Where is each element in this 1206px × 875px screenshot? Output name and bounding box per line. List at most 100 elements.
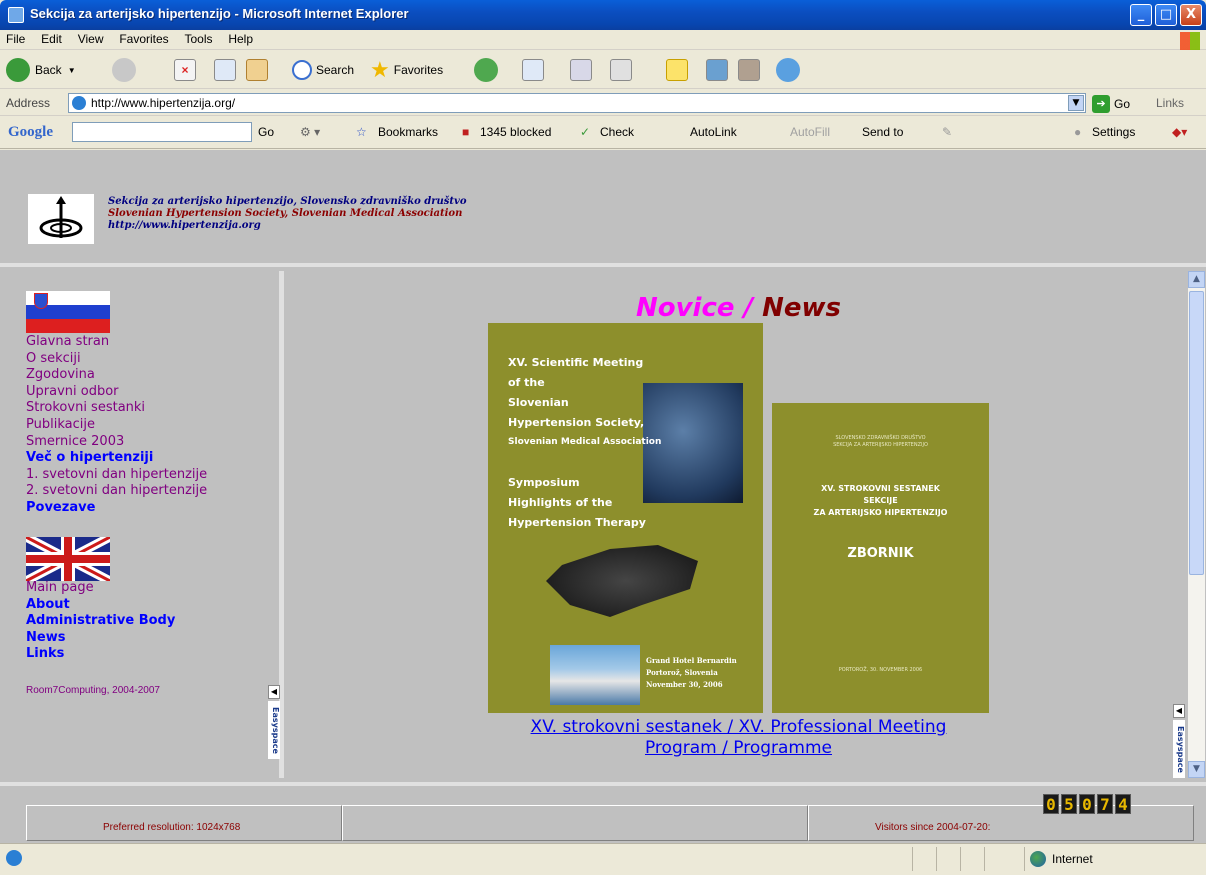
chevron-down-icon: ▼: [67, 65, 76, 75]
scroll-thumb[interactable]: [1189, 291, 1204, 575]
star-icon: ★: [370, 57, 390, 82]
forward-arrow-icon: [112, 58, 136, 82]
nav-si-1-svetovni-dan[interactable]: 1. svetovni dan hipertenzije: [26, 467, 207, 484]
nav-si-2-svetovni-dan[interactable]: 2. svetovni dan hipertenzije: [26, 483, 207, 500]
nav-si-upravni-odbor[interactable]: Upravni odbor: [26, 384, 207, 401]
menu-bar: File Edit View Favorites Tools Help: [0, 30, 1206, 50]
nav-si-o-sekciji[interactable]: O sekciji: [26, 351, 207, 368]
links-button[interactable]: Links: [1156, 96, 1184, 110]
address-dropdown-button[interactable]: ▼: [1068, 95, 1084, 111]
header-url: http://www.hipertenzija.org: [108, 220, 261, 231]
autolink-button[interactable]: AutoLink: [690, 125, 737, 139]
window-title: Sekcija za arterijsko hipertenzijo - Mic…: [30, 6, 409, 21]
easyspace-badge[interactable]: ◀ Easyspace: [268, 685, 280, 759]
cover-footer: PORTOROŽ, 30. NOVEMBER 2006: [838, 667, 923, 673]
edit-button[interactable]: [610, 57, 632, 83]
edit-icon: [610, 59, 632, 81]
stop-button[interactable]: ×: [174, 57, 196, 83]
google-go-button[interactable]: Go: [258, 125, 274, 139]
print-button[interactable]: [570, 57, 592, 83]
address-bar: Address http://www.hipertenzija.org/ ▼ ➔…: [0, 90, 1206, 116]
nav-en-news[interactable]: News: [26, 630, 175, 647]
minimize-button[interactable]: _: [1130, 4, 1152, 26]
google-search-input[interactable]: [72, 122, 252, 142]
symposium-poster[interactable]: XV. Scientific Meeting of the Slovenian Hyp…: [488, 323, 763, 713]
mail-icon: [522, 59, 544, 81]
nav-en-about[interactable]: About: [26, 597, 175, 614]
popup-blocker-icon: ■: [462, 125, 470, 139]
media-icon: [738, 59, 760, 81]
status-bar: Internet: [0, 843, 1206, 875]
uk-flag-icon[interactable]: [26, 537, 110, 581]
title-bar: Sekcija za arterijsko hipertenzijo - Mic…: [0, 0, 1206, 30]
footer-cell-resolution: Preferred resolution: 1024x768: [26, 805, 342, 841]
header-frame: Sekcija za arterijsko hipertenzijo, Slov…: [0, 150, 1206, 267]
back-button[interactable]: Back ▼: [6, 57, 76, 83]
favorites-label: Favorites: [393, 63, 444, 77]
mail-button[interactable]: [522, 57, 544, 83]
nav-si-strokovni-sestanki[interactable]: Strokovni sestanki: [26, 400, 207, 417]
home-icon: [246, 59, 268, 81]
professional-meeting-link[interactable]: XV. strokovni sestanek / XV. Professiona…: [531, 717, 947, 737]
extension-icon[interactable]: ◆▾: [1172, 125, 1187, 139]
scroll-up-icon[interactable]: ▲: [1188, 271, 1205, 288]
home-button[interactable]: [246, 57, 268, 83]
pagerank-icon[interactable]: ⚙ ▾: [300, 125, 320, 139]
nav-si-vec-o-hipertenziji[interactable]: Več o hipertenziji: [26, 450, 207, 467]
maximize-button[interactable]: □: [1155, 4, 1177, 26]
menu-favorites[interactable]: Favorites: [113, 30, 174, 48]
settings-button[interactable]: Settings: [1092, 125, 1135, 139]
search-button[interactable]: Search: [292, 57, 354, 83]
counter-digit: 4: [1115, 794, 1131, 814]
nav-si-publikacije[interactable]: Publikacije: [26, 417, 207, 434]
slovenian-flag-icon[interactable]: [26, 291, 110, 333]
refresh-button[interactable]: [214, 57, 236, 83]
menu-help[interactable]: Help: [222, 30, 259, 48]
menu-tools[interactable]: Tools: [179, 30, 219, 48]
settings-radio-icon: ●: [1074, 125, 1082, 139]
easyspace-badge-right[interactable]: ◀ Easyspace: [1173, 704, 1185, 778]
notes-button[interactable]: [666, 57, 688, 83]
messenger-button[interactable]: [776, 57, 800, 83]
history-button[interactable]: [474, 57, 498, 83]
check-button[interactable]: Check: [600, 125, 634, 139]
nav-si-zgodovina[interactable]: Zgodovina: [26, 367, 207, 384]
news-heading-slash: /: [734, 293, 763, 323]
copyright-text: Room7Computing, 2004-2007: [26, 685, 160, 696]
chevron-left-icon: ◀: [268, 685, 280, 699]
proceedings-cover[interactable]: SLOVENSKO ZDRAVNIŠKO DRUŠTVO SEKCIJA ZA …: [772, 403, 989, 713]
go-button[interactable]: ➔ Go: [1092, 95, 1130, 113]
bookmarks-button[interactable]: Bookmarks: [378, 125, 438, 139]
media-button[interactable]: [738, 57, 760, 83]
menu-view[interactable]: View: [72, 30, 110, 48]
menu-file[interactable]: File: [0, 30, 31, 48]
pencil-icon[interactable]: ✎: [942, 125, 952, 139]
spellcheck-icon: ✓: [580, 125, 591, 139]
autofill-button[interactable]: AutoFill: [790, 125, 830, 139]
nav-en-links[interactable]: Links: [26, 646, 175, 663]
google-toolbar: Google Go ⚙ ▾ ☆ Bookmarks ■ 1345 blocked…: [0, 117, 1206, 149]
nav-frame: Glavna stran O sekciji Zgodovina Upravni…: [0, 271, 284, 778]
easyspace-label: Easyspace: [268, 701, 280, 759]
poster-line: Slovenian Medical Association: [508, 437, 662, 447]
scroll-down-icon[interactable]: ▼: [1188, 761, 1205, 778]
sendto-button[interactable]: Send to: [862, 125, 903, 139]
nav-si-glavna-stran[interactable]: Glavna stran: [26, 334, 207, 351]
address-input[interactable]: http://www.hipertenzija.org/: [68, 93, 1086, 113]
content-frame: Novice / News XV. Scientific Meeting of t…: [289, 271, 1206, 778]
forward-button[interactable]: [112, 57, 136, 83]
google-logo[interactable]: Google: [8, 124, 53, 141]
content-scrollbar[interactable]: ▲ ▼: [1188, 271, 1205, 778]
close-button[interactable]: X: [1180, 4, 1202, 26]
nav-si-smernice[interactable]: Smernice 2003: [26, 434, 207, 451]
popup-blocked-count[interactable]: 1345 blocked: [480, 125, 551, 139]
web-page: Sekcija za arterijsko hipertenzijo, Slov…: [0, 150, 1206, 843]
programme-link[interactable]: Program / Programme: [645, 738, 832, 758]
research-button[interactable]: [706, 57, 728, 83]
nav-en-administrative-body[interactable]: Administrative Body: [26, 613, 175, 630]
menu-edit[interactable]: Edit: [35, 30, 68, 48]
nav-en-main-page[interactable]: Main page: [26, 580, 175, 597]
favorites-button[interactable]: ★ Favorites: [370, 57, 443, 83]
zone-label: Internet: [1052, 852, 1093, 866]
nav-si-povezave[interactable]: Povezave: [26, 500, 207, 517]
